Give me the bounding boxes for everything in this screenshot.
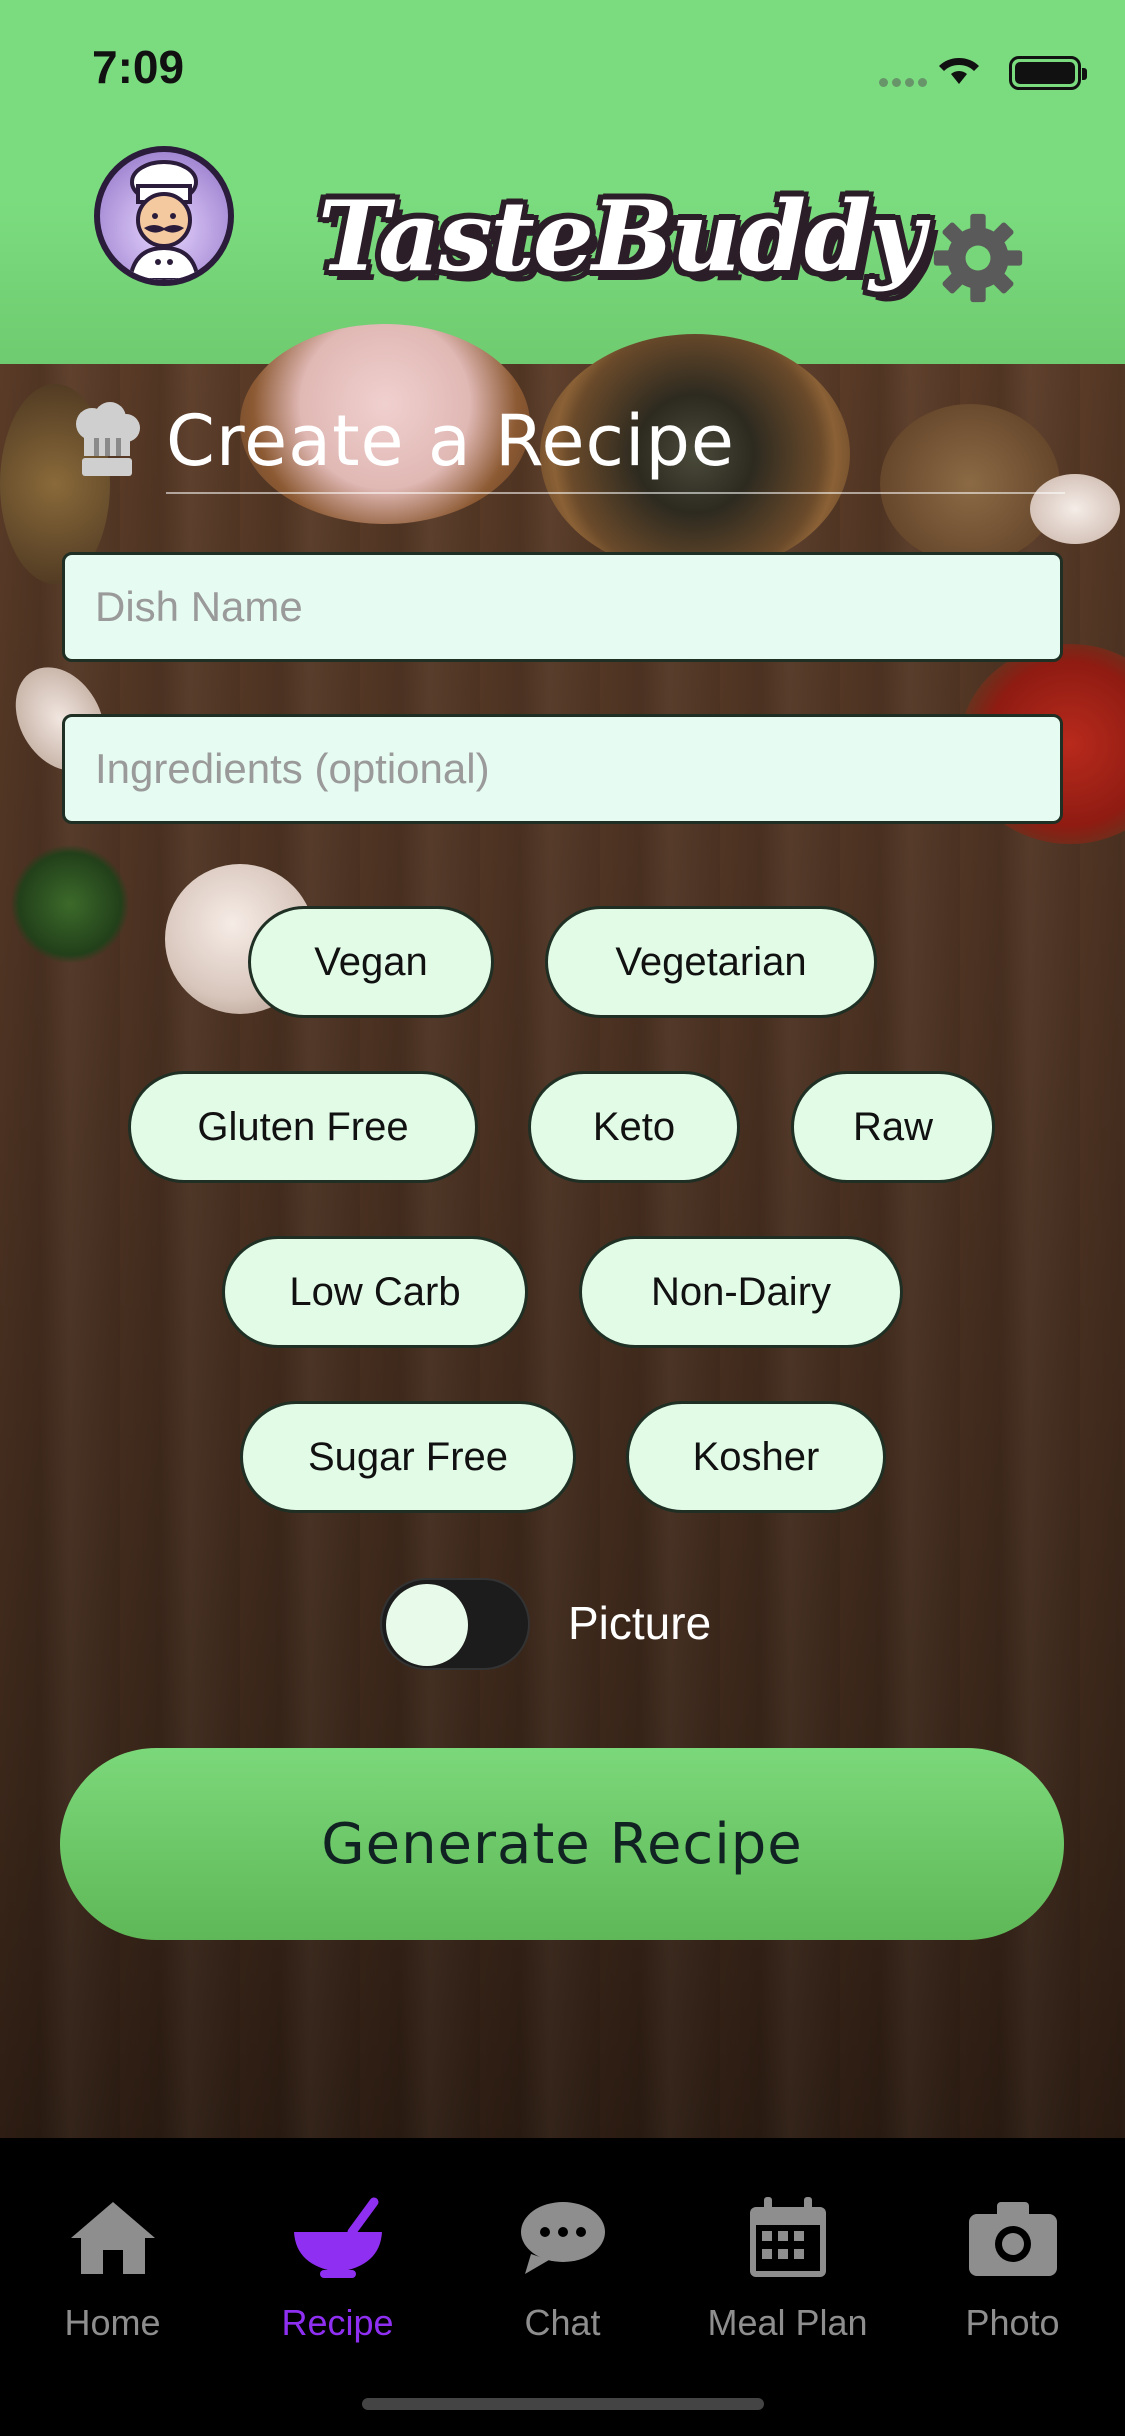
chip-sugar-free[interactable]: Sugar Free bbox=[240, 1401, 576, 1513]
chip-kosher[interactable]: Kosher bbox=[626, 1401, 886, 1513]
battery-icon bbox=[1009, 56, 1087, 90]
generate-recipe-button[interactable]: Generate Recipe bbox=[60, 1748, 1064, 1940]
page-title-row: Create a Recipe bbox=[70, 400, 1065, 496]
title-divider bbox=[166, 492, 1065, 494]
bowl-icon bbox=[293, 2197, 382, 2278]
app-logo: TasteBuddy bbox=[318, 180, 925, 293]
tab-label: Photo bbox=[965, 2302, 1060, 2343]
tab-label: Meal Plan bbox=[707, 2302, 868, 2343]
tab-recipe[interactable]: Recipe bbox=[225, 2188, 450, 2344]
page-title: Create a Recipe bbox=[166, 400, 735, 482]
chip-raw[interactable]: Raw bbox=[791, 1071, 995, 1183]
tab-photo[interactable]: Photo bbox=[900, 2188, 1125, 2344]
chip-non-dairy[interactable]: Non-Dairy bbox=[579, 1236, 903, 1348]
calendar-icon bbox=[749, 2197, 826, 2277]
chip-low-carb[interactable]: Low Carb bbox=[222, 1236, 528, 1348]
status-icons bbox=[821, 50, 1087, 92]
tab-home[interactable]: Home bbox=[0, 2188, 225, 2344]
dish-name-field[interactable] bbox=[62, 552, 1063, 662]
recipe-screen: 7:09 TasteBuddy Create a Recipe Dish Nam… bbox=[0, 0, 1125, 2436]
tab-label: Home bbox=[64, 2302, 161, 2343]
chip-gluten-free[interactable]: Gluten Free bbox=[128, 1071, 478, 1183]
bottom-tab-bar: Home Recipe Chat Meal Plan Photo bbox=[0, 2138, 1125, 2436]
chef-hat-icon bbox=[76, 402, 140, 476]
picture-toggle-label: Picture bbox=[568, 1597, 712, 1649]
cellular-signal-icon bbox=[879, 74, 931, 92]
tab-label: Chat bbox=[524, 2302, 601, 2343]
chip-vegetarian[interactable]: Vegetarian bbox=[545, 906, 877, 1018]
app-header: 7:09 TasteBuddy bbox=[0, 0, 1125, 364]
wifi-icon bbox=[939, 58, 979, 84]
picture-toggle[interactable] bbox=[380, 1578, 530, 1670]
status-time: 7:09 bbox=[92, 41, 185, 93]
ingredients-field[interactable] bbox=[62, 714, 1063, 824]
ingredients-input[interactable] bbox=[95, 745, 1060, 793]
home-icon bbox=[70, 2202, 155, 2274]
toggle-knob bbox=[386, 1584, 468, 1666]
settings-gear-icon[interactable] bbox=[930, 210, 1026, 306]
home-indicator bbox=[362, 2398, 764, 2410]
chip-keto[interactable]: Keto bbox=[528, 1071, 740, 1183]
tab-label: Recipe bbox=[281, 2302, 394, 2343]
chip-vegan[interactable]: Vegan bbox=[248, 906, 494, 1018]
tab-chat[interactable]: Chat bbox=[450, 2188, 675, 2344]
dish-name-input[interactable] bbox=[95, 583, 1060, 631]
parsley-image bbox=[10, 844, 130, 964]
camera-icon bbox=[968, 2202, 1057, 2276]
chat-icon bbox=[520, 2202, 605, 2274]
tab-meal-plan[interactable]: Meal Plan bbox=[675, 2188, 900, 2344]
chef-avatar bbox=[94, 146, 234, 286]
